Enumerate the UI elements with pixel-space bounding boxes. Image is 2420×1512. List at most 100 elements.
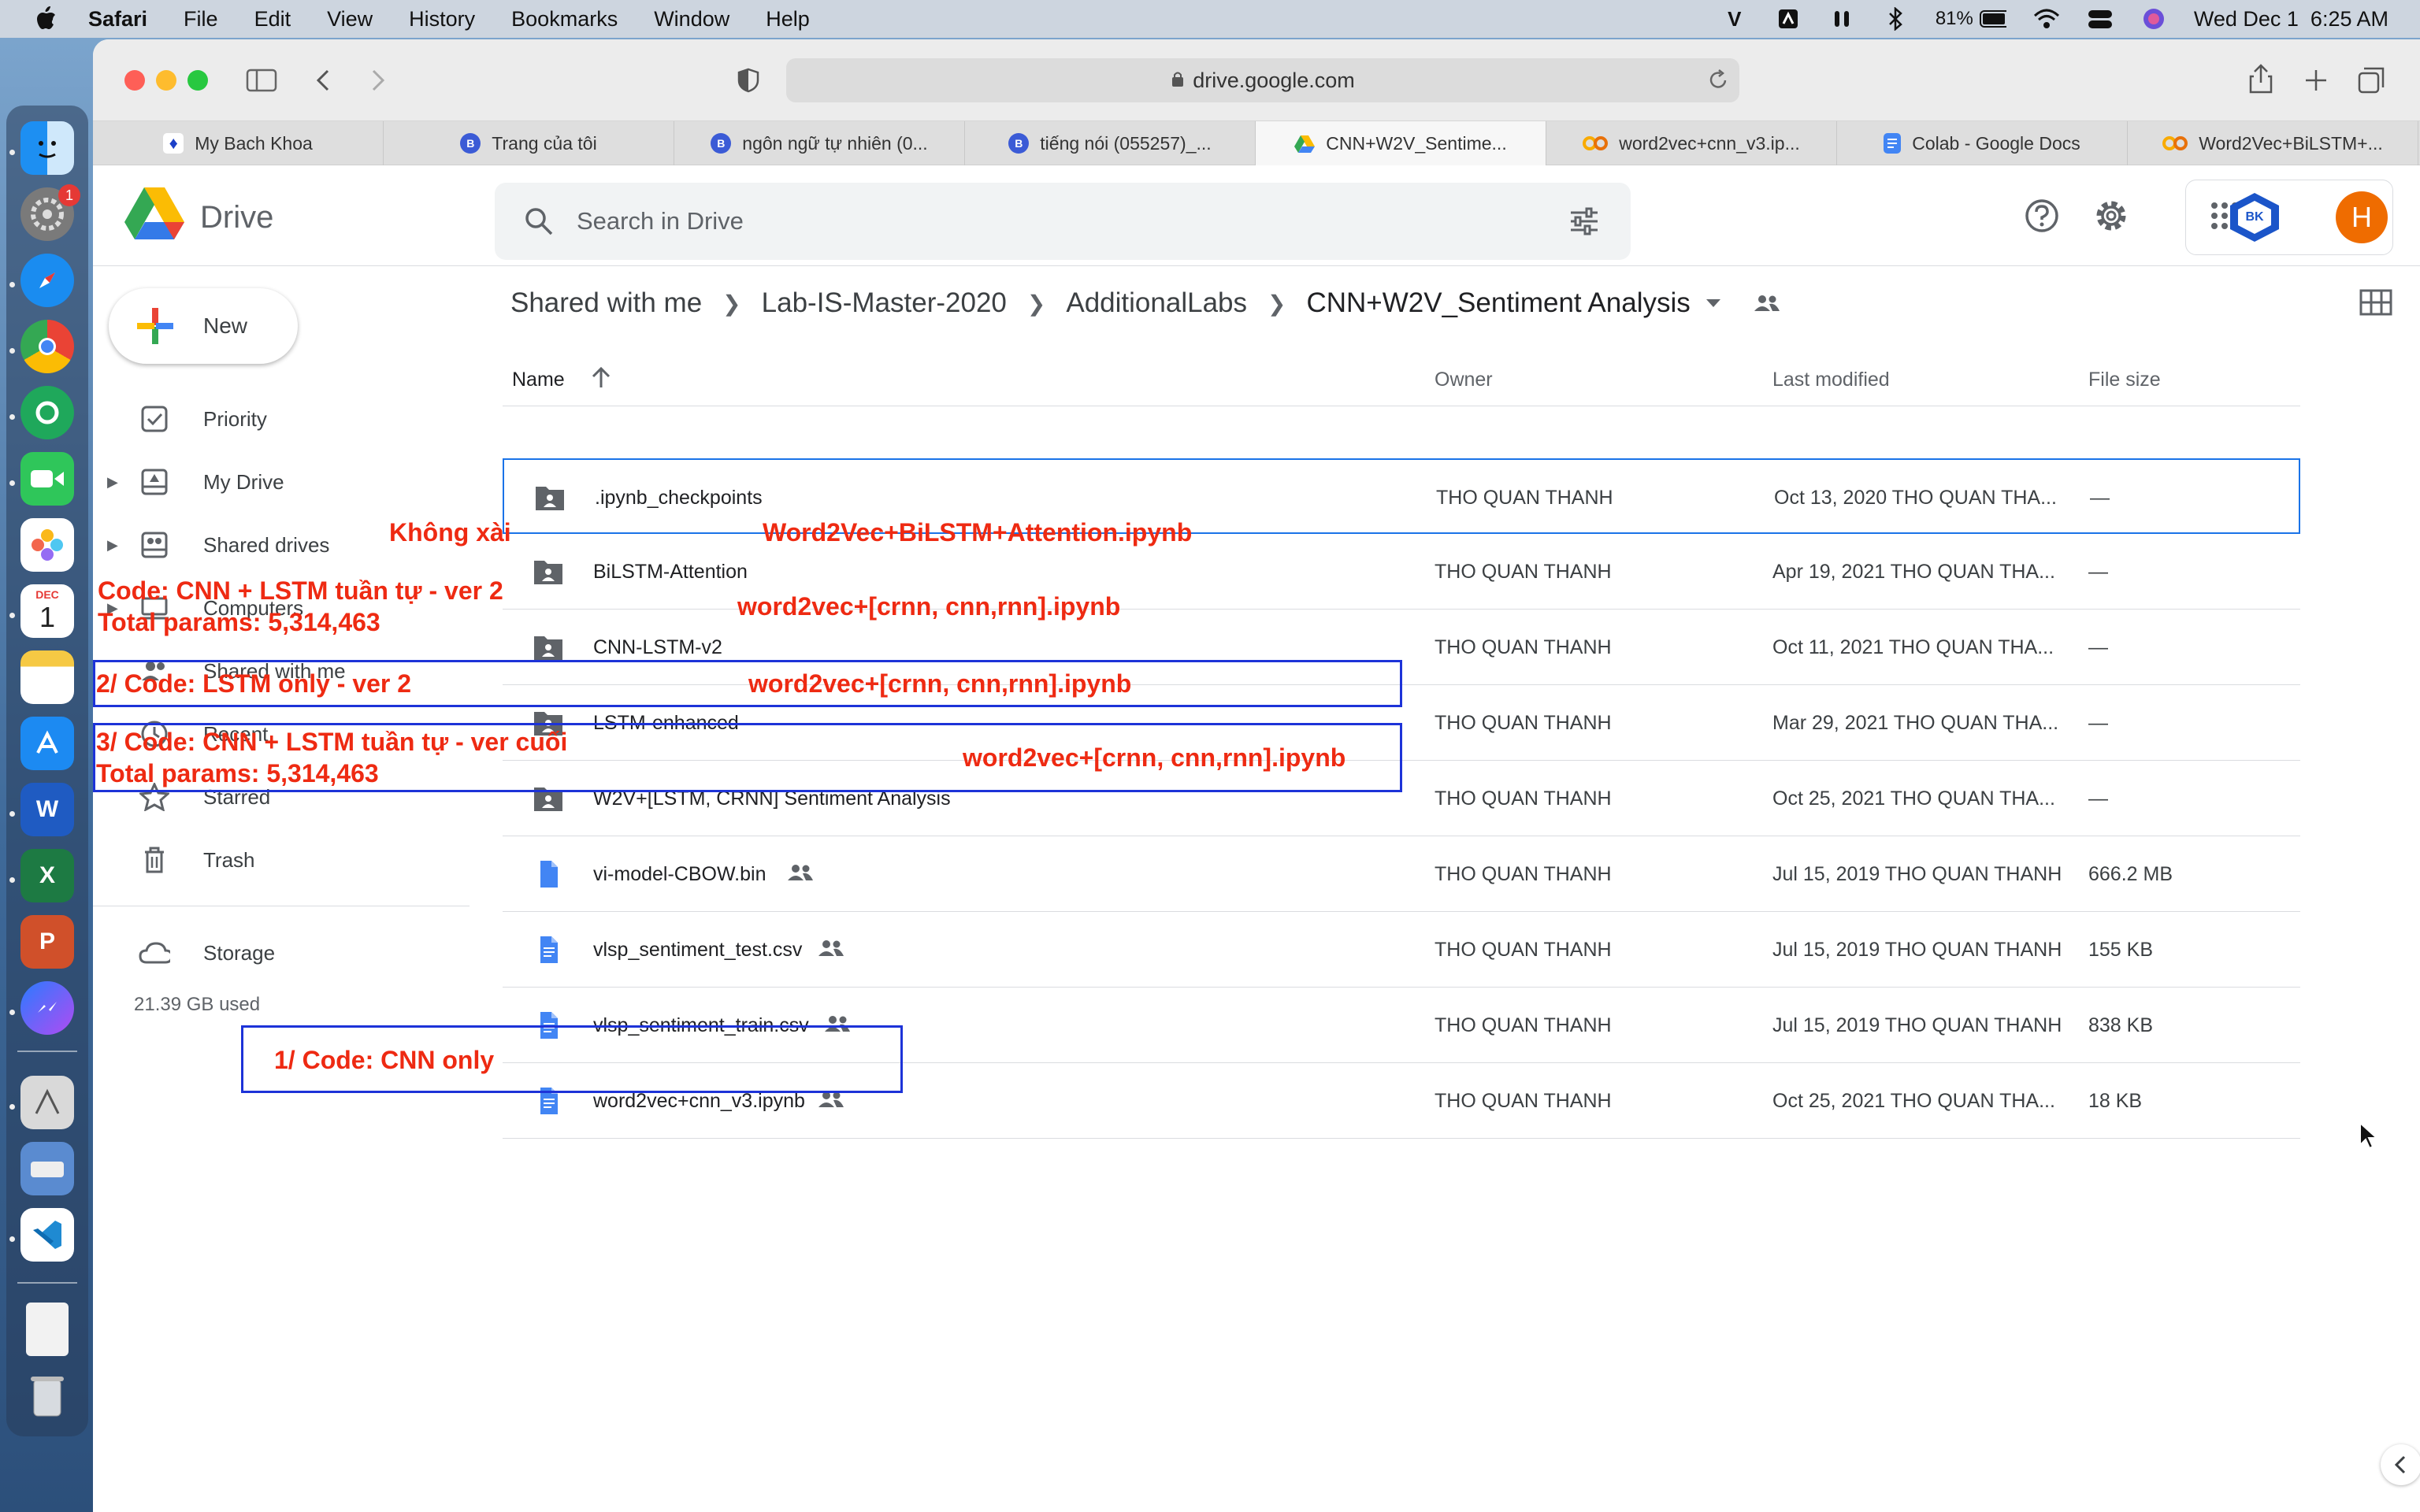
image-capture-icon[interactable] (20, 1142, 74, 1195)
menu-history[interactable]: History (409, 7, 475, 32)
menu-file[interactable]: File (184, 7, 218, 32)
column-header-name[interactable]: Name (512, 369, 565, 391)
annotation-cnnlstm-notebook: word2vec+[crnn, cnn,rnn].ipynb (737, 592, 1121, 621)
word-icon[interactable]: W (20, 783, 74, 836)
calendar-day: 1 (39, 601, 56, 633)
wifi-icon[interactable] (2033, 7, 2060, 31)
settings-gear-icon[interactable] (2089, 194, 2133, 238)
zoom-window-button[interactable] (187, 70, 208, 91)
browser-tab-1[interactable]: B Trang của tôi (384, 121, 674, 165)
app-status-icon[interactable] (1775, 7, 1802, 31)
menu-help[interactable]: Help (766, 7, 810, 32)
browser-tab-2[interactable]: Bngôn ngữ tự nhiên (0... (674, 121, 965, 165)
sidebar-item-trash[interactable]: Trash (93, 836, 487, 884)
finder-icon[interactable] (20, 121, 74, 175)
url-text: drive.google.com (1193, 68, 1355, 92)
excel-icon[interactable]: X (20, 849, 74, 902)
address-bar[interactable]: drive.google.com (786, 58, 1739, 102)
calendar-icon[interactable]: DEC 1 (20, 584, 74, 638)
privacy-shield-icon[interactable] (726, 58, 770, 102)
powerpoint-icon[interactable]: P (20, 915, 74, 969)
folder-menu-dropdown-icon[interactable] (1705, 298, 1722, 309)
drive-brand: Drive (200, 199, 274, 235)
annotation-note-final-title: 3/ Code: CNN + LSTM tuần tự - ver cuối (96, 728, 568, 756)
browser-tab-3[interactable]: Btiếng nói (055257)_... (965, 121, 1256, 165)
breadcrumb-item[interactable]: Shared with me (510, 287, 702, 319)
search-input[interactable]: Search in Drive (495, 183, 1631, 260)
file-row[interactable]: vi-model-CBOW.bin THO QUAN THANH Jul 15,… (503, 836, 2300, 912)
photos-icon[interactable] (20, 518, 74, 572)
siri-icon[interactable] (2140, 7, 2167, 31)
preview-scanner-icon[interactable] (20, 1076, 74, 1129)
reload-icon[interactable] (1708, 69, 1728, 97)
search-options-icon[interactable] (1569, 206, 1599, 236)
avatar[interactable]: H (2336, 191, 2388, 243)
new-tab-icon[interactable] (2294, 58, 2338, 102)
browser-tab-5[interactable]: word2vec+cnn_v3.ip... (1546, 121, 1837, 165)
browser-tab-7[interactable]: Word2Vec+BiLSTM+... (2128, 121, 2418, 165)
menu-edit[interactable]: Edit (254, 7, 291, 32)
bluetooth-icon[interactable] (1882, 7, 1909, 31)
facetime-icon[interactable] (20, 452, 74, 506)
tab-overview-icon[interactable] (2349, 58, 2393, 102)
sidebar-item-priority[interactable]: Priority (93, 395, 487, 443)
document-stack-icon[interactable] (26, 1303, 69, 1356)
file-list-header: Name Owner Last modified File size (503, 351, 2300, 406)
sidebar-toggle-icon[interactable] (239, 58, 284, 102)
expand-arrow-icon[interactable]: ▶ (107, 474, 118, 491)
sidebar-item-storage[interactable]: Storage (93, 929, 487, 976)
menu-view[interactable]: View (327, 7, 373, 32)
file-size: — (2090, 487, 2110, 509)
trash-icon[interactable] (20, 1369, 74, 1422)
column-header-file-size[interactable]: File size (2088, 369, 2161, 391)
annotation-lstm-notebook: word2vec+[crnn, cnn,rnn].ipynb (748, 669, 1132, 698)
file-row[interactable]: vlsp_sentiment_test.csv THO QUAN THANH J… (503, 912, 2300, 988)
messenger-icon[interactable] (20, 981, 74, 1035)
vietkey-icon[interactable]: V (1721, 7, 1748, 31)
menu-app-name[interactable]: Safari (88, 7, 147, 32)
browser-tab-6[interactable]: Colab - Google Docs (1837, 121, 2128, 165)
close-window-button[interactable] (124, 70, 145, 91)
back-icon[interactable] (301, 58, 345, 102)
notes-icon[interactable] (20, 650, 74, 704)
safari-icon[interactable] (20, 254, 74, 307)
breadcrumb-item[interactable]: AdditionalLabs (1066, 287, 1247, 319)
browser-tab-4[interactable]: CNN+W2V_Sentime... (1256, 121, 1546, 165)
column-header-owner[interactable]: Owner (1435, 369, 1493, 391)
vscode-icon[interactable] (20, 1208, 74, 1262)
chrome-icon[interactable] (20, 320, 74, 373)
settings-badge: 1 (58, 184, 80, 206)
drive-logo[interactable]: Drive (124, 187, 273, 247)
control-center-icon[interactable] (2087, 7, 2114, 31)
browser-tab-0[interactable]: ♦ My Bach Khoa (93, 121, 384, 165)
menu-window[interactable]: Window (654, 7, 729, 32)
apple-icon[interactable] (32, 5, 60, 33)
search-icon[interactable] (523, 206, 555, 237)
forward-icon[interactable] (356, 58, 400, 102)
battery-icon[interactable] (1979, 7, 2006, 31)
expand-arrow-icon[interactable]: ▶ (107, 537, 118, 554)
file-name: vi-model-CBOW.bin (593, 863, 766, 885)
side-panel-toggle-button[interactable] (2381, 1444, 2420, 1485)
share-icon[interactable] (2239, 57, 2283, 101)
coccoc-icon[interactable] (20, 386, 74, 439)
breadcrumb-item[interactable]: Lab-IS-Master-2020 (762, 287, 1007, 319)
sort-arrow-up-icon[interactable] (589, 365, 613, 396)
help-icon[interactable] (2020, 194, 2064, 238)
airpods-icon[interactable] (1828, 7, 1855, 31)
column-header-last-modified[interactable]: Last modified (1772, 369, 1890, 391)
file-size: — (2088, 636, 2108, 658)
menubar-clock[interactable]: Wed Dec 1 6:25 AM (2194, 7, 2388, 32)
org-logo-icon: BK (2227, 191, 2282, 243)
tab-title: My Bach Khoa (195, 132, 313, 154)
app-store-icon[interactable] (20, 717, 74, 770)
shared-folder-people-icon[interactable] (1754, 294, 1780, 313)
tab-title: word2vec+cnn_v3.ip... (1619, 132, 1800, 154)
grid-view-icon[interactable] (2354, 280, 2398, 324)
breadcrumb-current[interactable]: CNN+W2V_Sentiment Analysis (1306, 287, 1690, 319)
account-area[interactable]: BK H (2185, 180, 2393, 255)
minimize-window-button[interactable] (156, 70, 176, 91)
menu-bookmarks[interactable]: Bookmarks (511, 7, 618, 32)
new-button[interactable]: New (109, 288, 298, 364)
sidebar-item-my-drive[interactable]: ▶ My Drive (93, 458, 487, 506)
